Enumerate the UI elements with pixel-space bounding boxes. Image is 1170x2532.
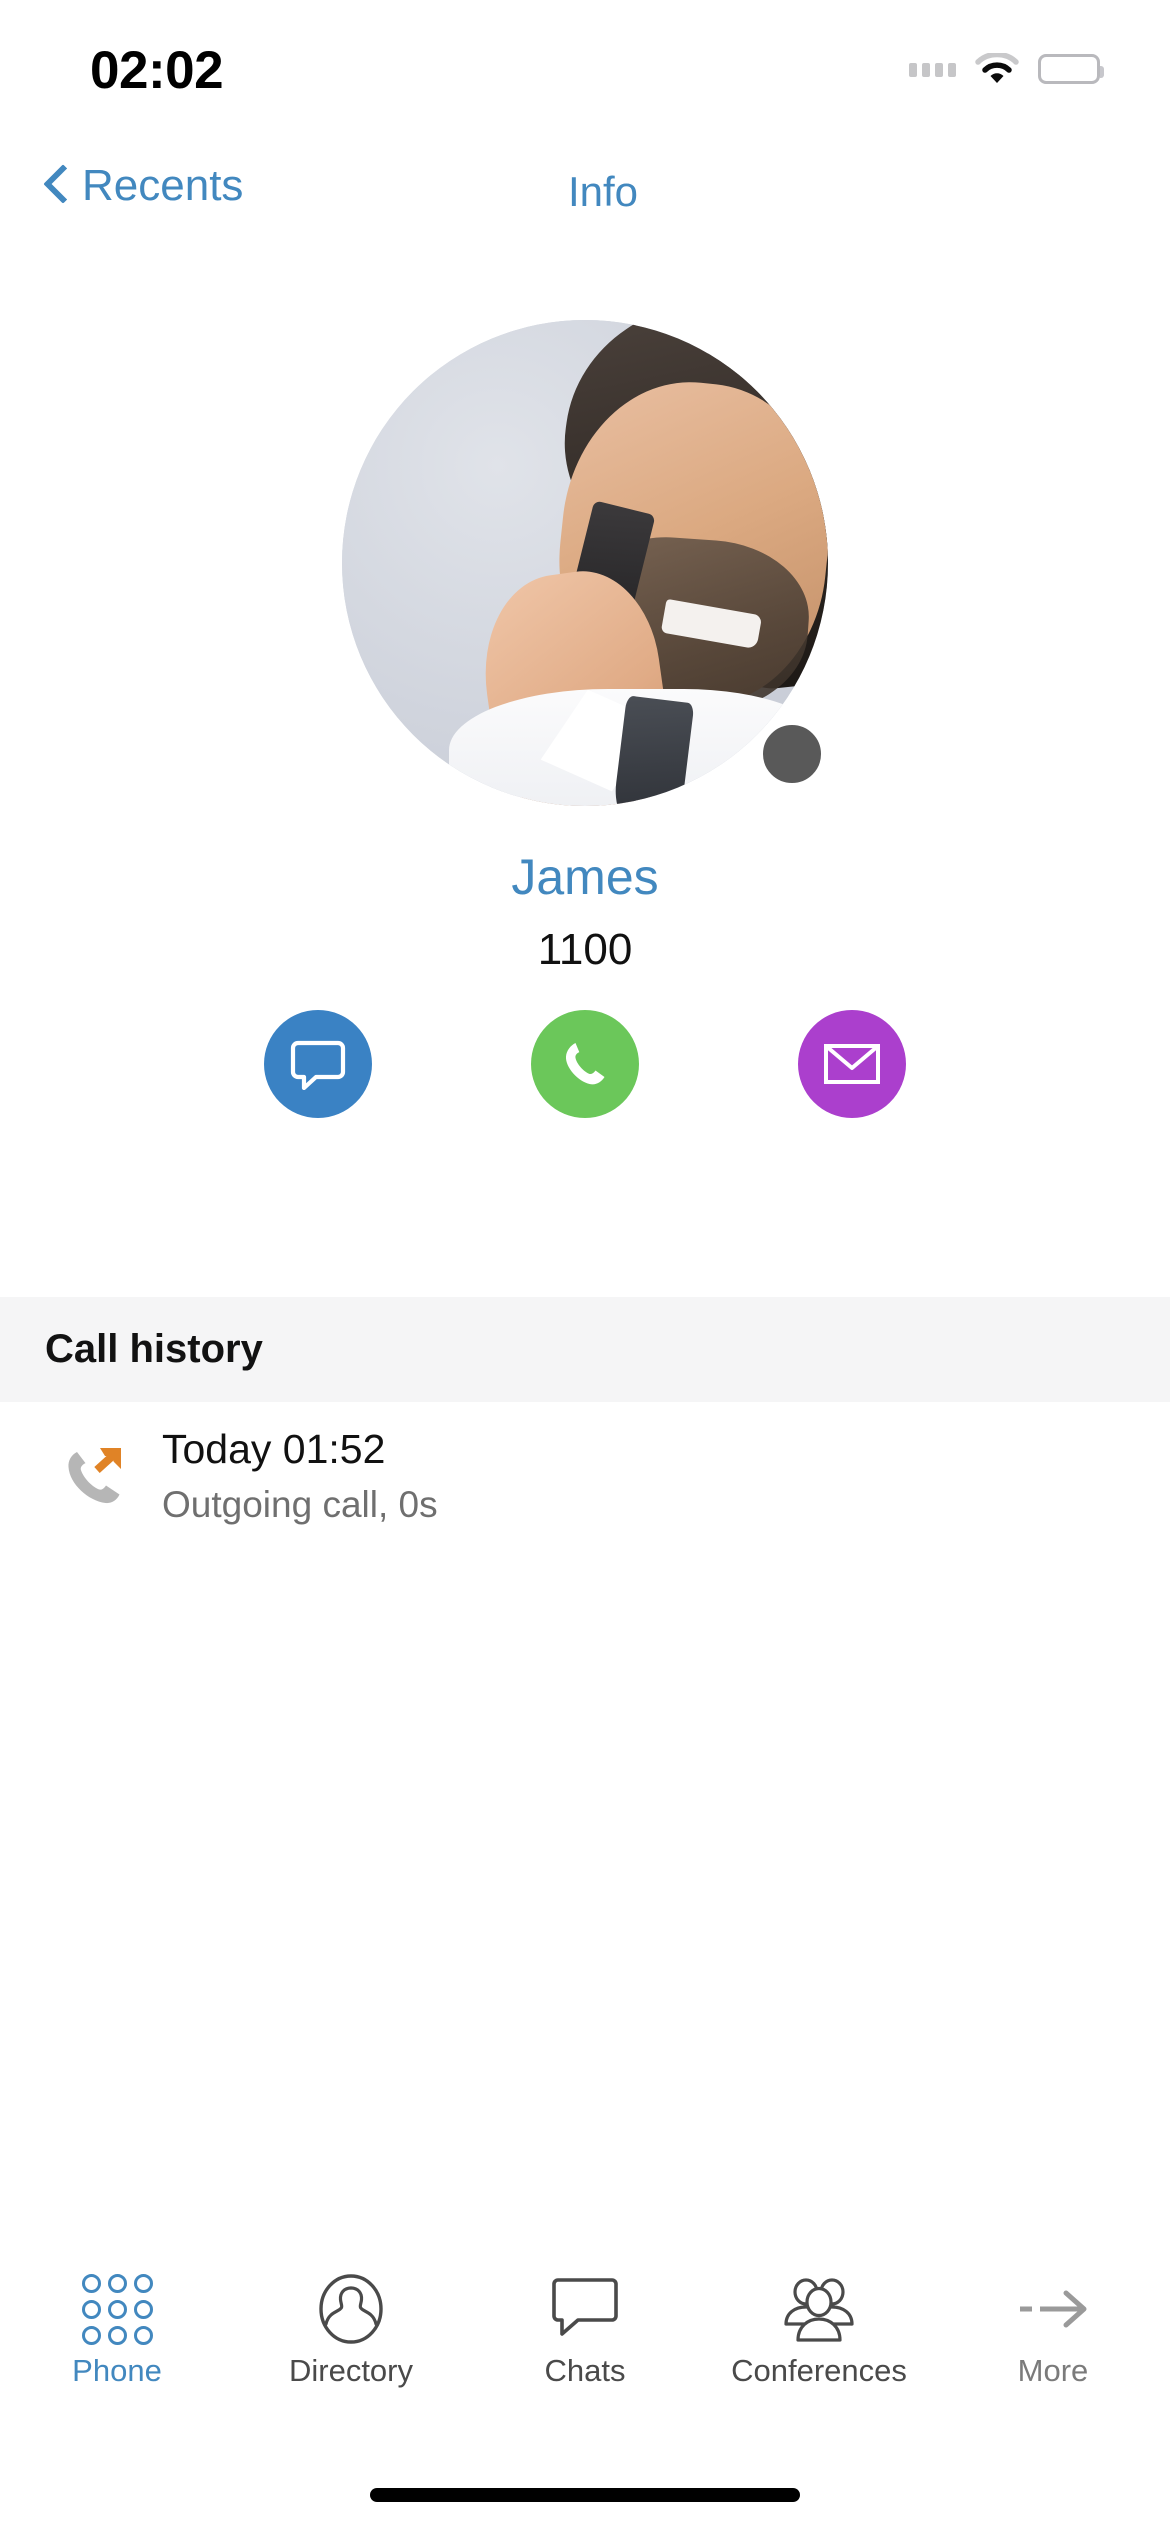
mail-button[interactable] (798, 1010, 906, 1118)
call-history-time: Today 01:52 (162, 1426, 386, 1473)
call-history-row[interactable]: Today 01:52 Outgoing call, 0s (0, 1402, 1170, 1550)
contact-actions (0, 1010, 1170, 1118)
person-circle-icon (318, 2273, 384, 2345)
presence-status-badge (754, 716, 830, 792)
tab-bar: Phone Directory Chats Conferences More (0, 2265, 1170, 2420)
outgoing-call-icon (40, 1436, 150, 1516)
call-button[interactable] (531, 1010, 639, 1118)
people-group-icon (780, 2273, 858, 2345)
tab-chats[interactable]: Chats (468, 2265, 702, 2386)
status-bar-clock: 02:02 (90, 41, 224, 100)
tab-directory-label: Directory (288, 2353, 413, 2388)
chat-bubble-outline-icon (550, 2273, 620, 2345)
contact-extension: 1100 (537, 925, 633, 974)
dialpad-icon (81, 2273, 153, 2345)
call-history-title: Call history (45, 1327, 263, 1371)
status-bar-indicators (909, 46, 1104, 92)
app-screen: 02:02 Recents Info James 1100 Call histo… (0, 0, 1170, 2532)
page-title: Info (567, 168, 639, 215)
chat-bubble-icon (290, 1040, 346, 1090)
wifi-icon (975, 51, 1019, 85)
battery-full-icon (1038, 54, 1104, 84)
phone-handset-icon (565, 1043, 605, 1085)
call-history-text: Today 01:52 Outgoing call, 0s (162, 1426, 438, 1526)
envelope-icon (824, 1044, 880, 1084)
chat-button[interactable] (264, 1010, 372, 1118)
navigation-bar: Recents Info (0, 150, 1170, 260)
contact-header: James 1100 (0, 260, 1170, 972)
tab-more[interactable]: More (936, 2265, 1170, 2386)
call-history-section-header: Call history (0, 1297, 1170, 1402)
call-history-list: Today 01:52 Outgoing call, 0s (0, 1402, 1170, 1550)
status-bar: 02:02 (0, 0, 1170, 150)
avatar[interactable] (342, 320, 830, 806)
tab-more-label: More (1017, 2353, 1089, 2388)
tab-conferences-label: Conferences (731, 2353, 907, 2388)
dashed-arrow-right-icon (1014, 2273, 1092, 2345)
tab-chats-label: Chats (544, 2353, 626, 2388)
tab-directory[interactable]: Directory (234, 2265, 468, 2386)
avatar-photo (342, 320, 828, 806)
home-indicator[interactable] (370, 2488, 800, 2502)
contact-portrait-image (342, 320, 828, 806)
tab-phone[interactable]: Phone (0, 2265, 234, 2386)
tab-conferences[interactable]: Conferences (702, 2265, 936, 2386)
call-history-detail: Outgoing call, 0s (162, 1484, 438, 1526)
signal-dots-icon (909, 61, 956, 77)
tab-phone-label: Phone (72, 2353, 162, 2388)
contact-name: James (511, 849, 659, 905)
